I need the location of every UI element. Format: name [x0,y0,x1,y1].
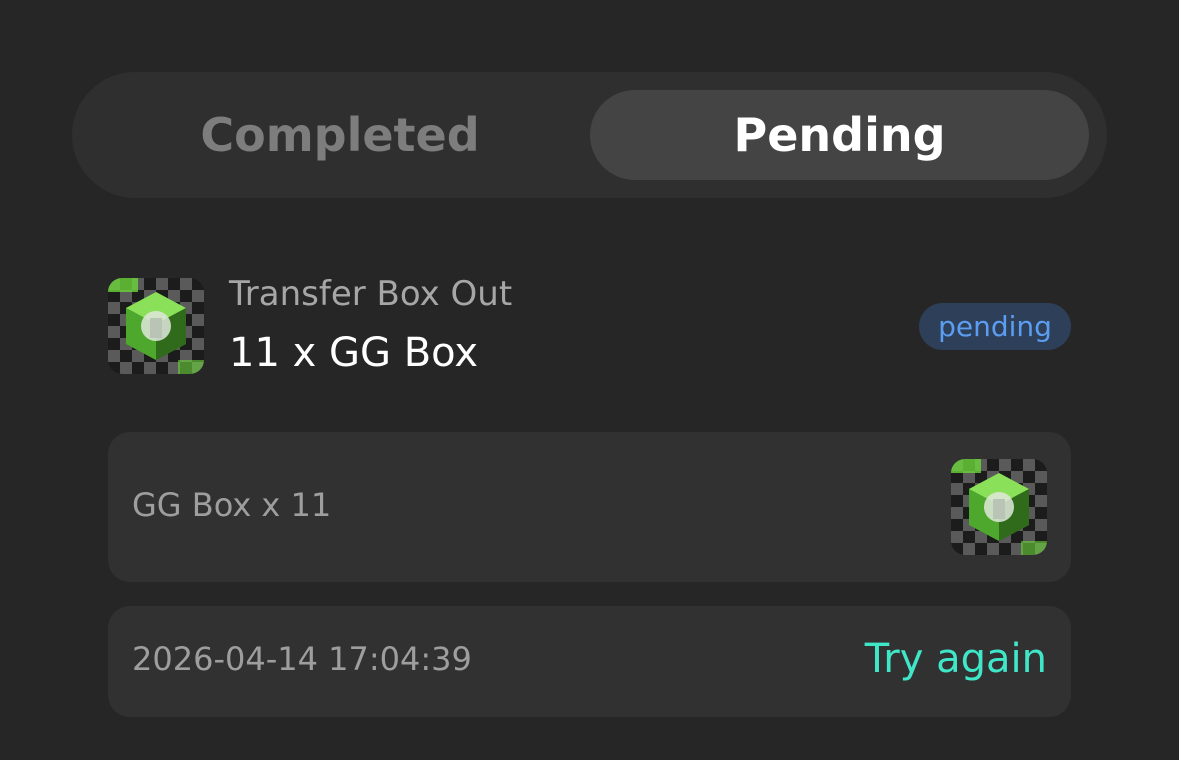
tab-pending[interactable]: Pending [590,90,1089,180]
gg-box-icon [108,278,204,374]
timestamp: 2026-04-14 17:04:39 [132,640,472,678]
gg-box-thumbnail [108,278,204,374]
transaction-type: Transfer Box Out [229,274,513,314]
try-again-button[interactable]: Try again [865,636,1047,682]
gg-box-icon [951,459,1047,555]
item-card: GG Box x 11 [108,432,1071,582]
item-label: GG Box x 11 [132,486,332,524]
gg-box-thumbnail [951,459,1047,555]
tab-completed[interactable]: Completed [90,90,590,180]
status-badge: pending [919,303,1071,350]
transaction-quantity: 11 x GG Box [229,330,479,376]
timestamp-card: 2026-04-14 17:04:39 Try again [108,606,1071,717]
status-segmented-control: Completed Pending [72,72,1107,198]
